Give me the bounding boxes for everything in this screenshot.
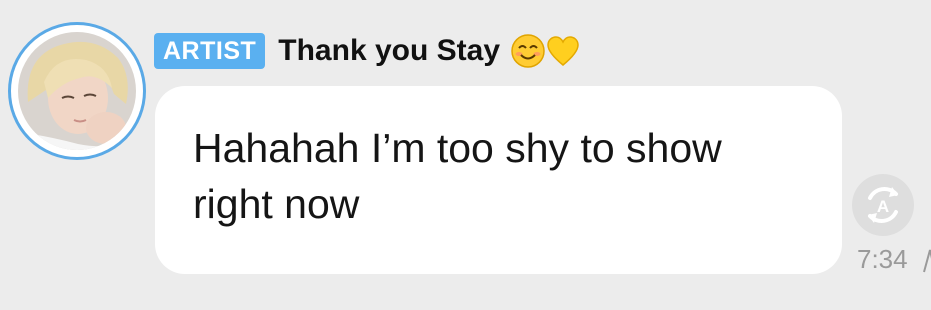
avatar-ring[interactable] — [8, 22, 146, 160]
message-time: 7:34 — [857, 244, 908, 274]
message-text: Hahahah I’m too shy to show right now — [193, 125, 722, 227]
avatar[interactable] — [18, 32, 136, 150]
translate-button[interactable]: A — [852, 174, 914, 236]
artist-badge: ARTIST — [154, 33, 266, 69]
message-bubble[interactable]: Hahahah I’m too shy to show right now — [155, 86, 842, 274]
message-header: ARTIST Thank you Stay — [154, 30, 580, 72]
smiling-face-emoji-icon — [511, 34, 545, 68]
title-emojis — [510, 33, 580, 69]
timestamp-overflow-glyph — [923, 248, 931, 274]
yellow-heart-emoji-icon — [547, 36, 579, 66]
avatar-photo — [18, 32, 136, 150]
message-title: Thank you Stay — [278, 34, 500, 67]
translate-icon: A — [868, 187, 898, 223]
svg-text:A: A — [877, 197, 889, 216]
